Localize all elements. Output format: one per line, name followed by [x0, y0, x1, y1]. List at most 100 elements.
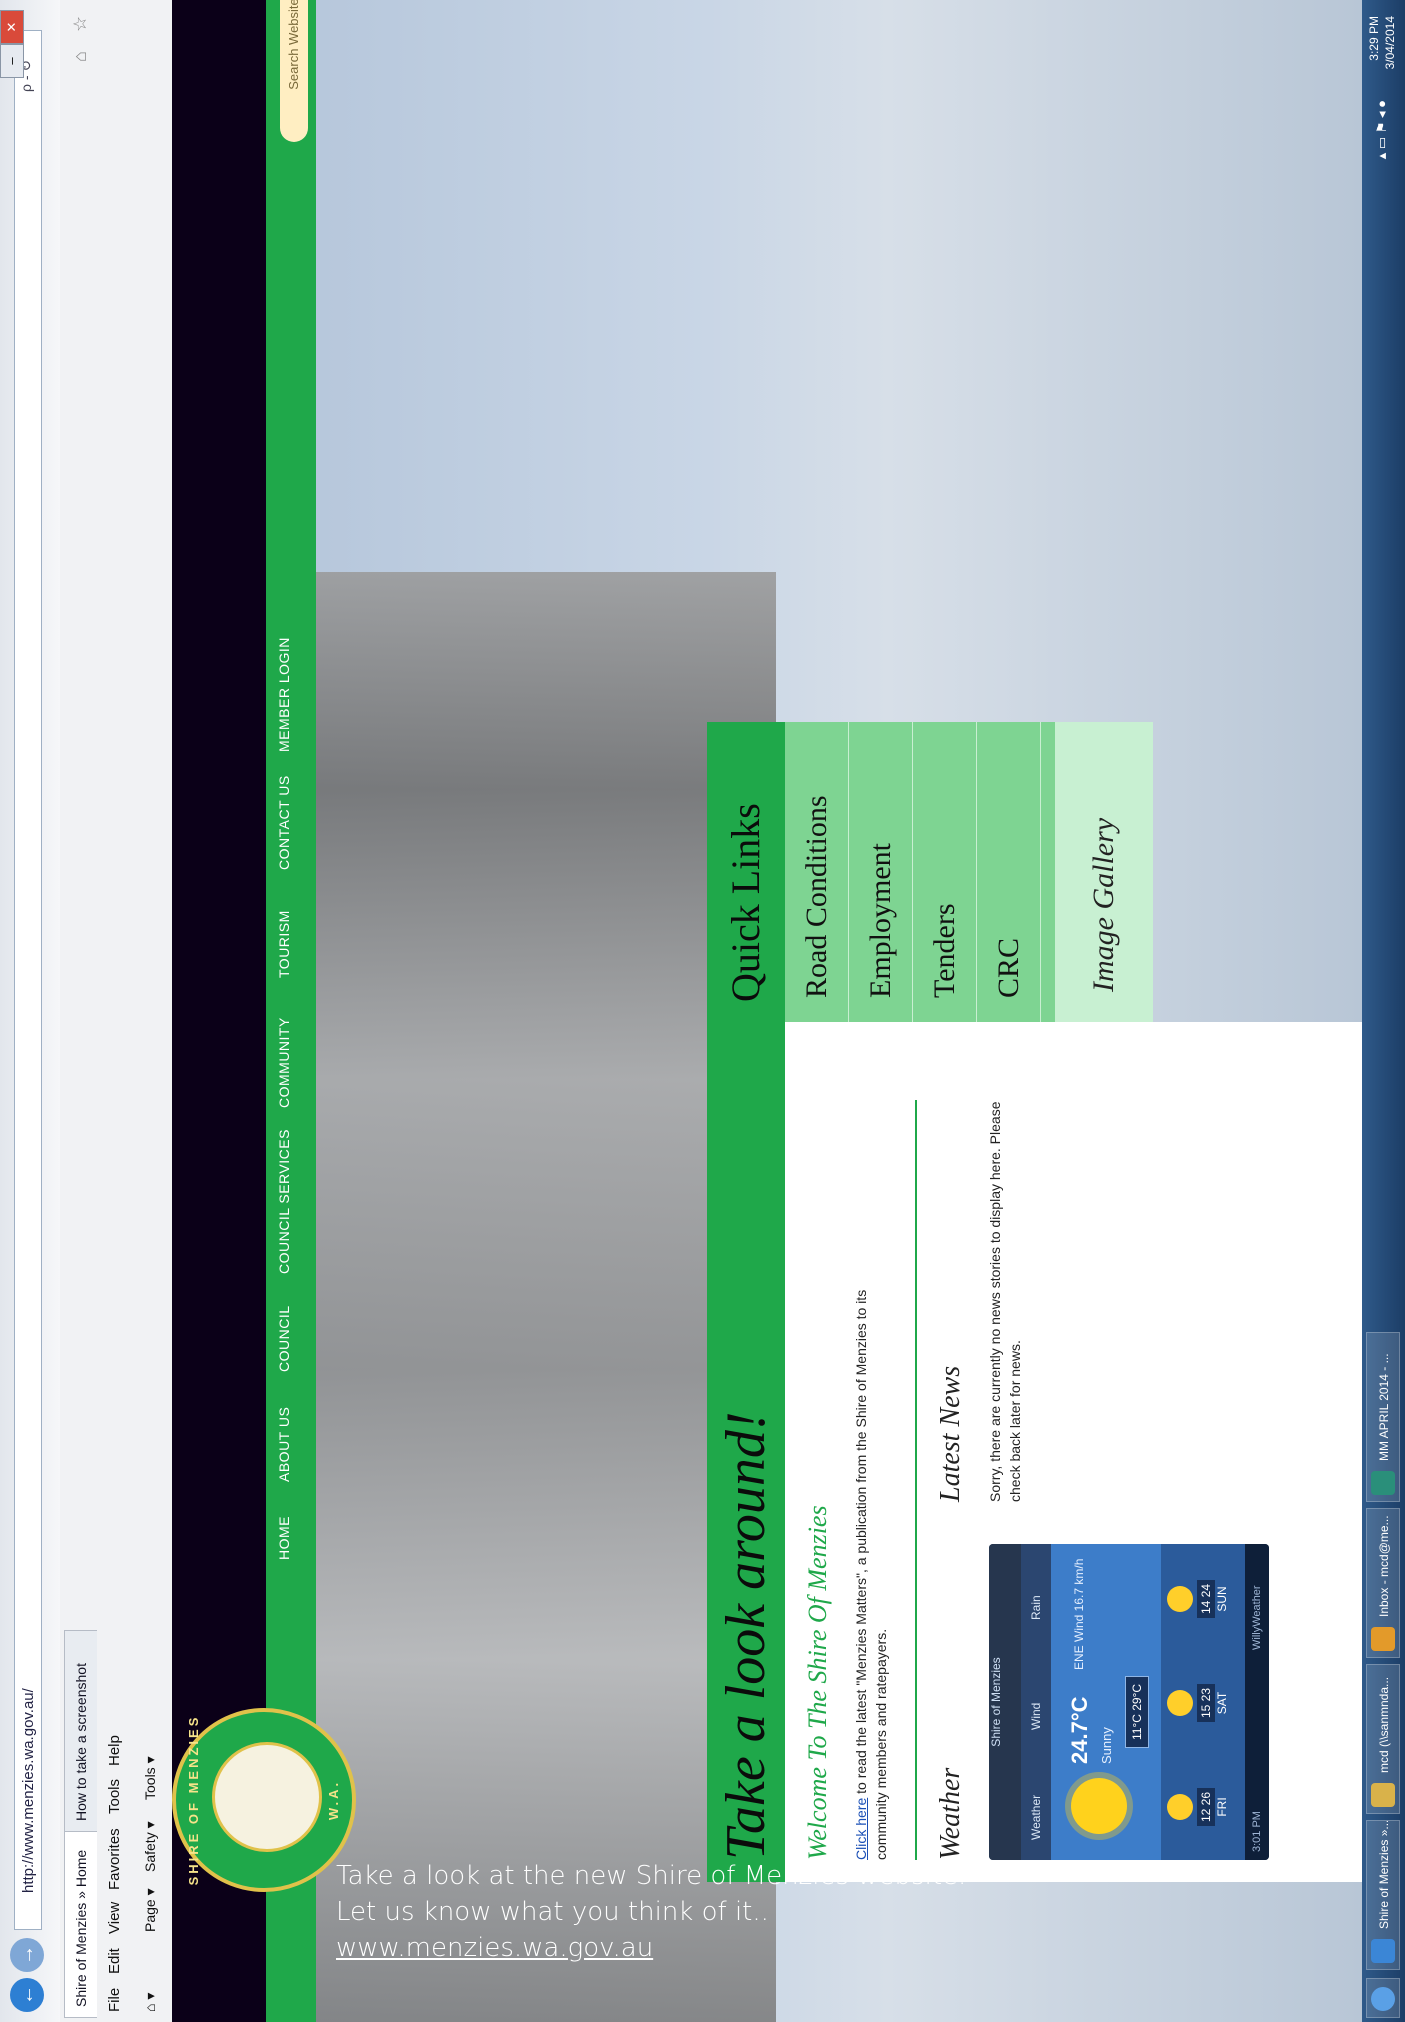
- welcome-text: Click here to read the latest "Menzies M…: [851, 1240, 891, 1860]
- search-input[interactable]: Search Website: [280, 0, 308, 142]
- favorites-star-icon[interactable]: ☆: [70, 16, 91, 32]
- system-tray-icons[interactable]: ▴ ▭ ⚑ ◂ ●: [1374, 100, 1390, 159]
- temperature-range: 11°C 29°C: [1125, 1676, 1149, 1748]
- website: HOME ABOUT US COUNCIL COUNCIL SERVICES C…: [172, 0, 1365, 2022]
- nav-council[interactable]: COUNCIL: [276, 1305, 292, 1372]
- quick-links-heading: Quick Links: [707, 722, 785, 1022]
- tagline-banner: Take a look around!: [707, 1022, 785, 1882]
- menu-edit[interactable]: Edit: [106, 1948, 123, 1974]
- internet-explorer-icon: [1371, 1939, 1395, 1963]
- image-gallery-link[interactable]: Image Gallery: [1055, 722, 1153, 1022]
- nav-member-login[interactable]: MEMBER LOGIN: [276, 637, 292, 752]
- folder-icon: [1371, 1783, 1395, 1807]
- taskbar-item-publisher[interactable]: MM APRIL 2014 - ...: [1366, 1332, 1400, 1502]
- forecast-day: 14 24 SUN: [1165, 1554, 1243, 1644]
- quick-link-tenders[interactable]: Tenders: [913, 722, 977, 1022]
- current-temperature: 24.7°C: [1067, 1696, 1092, 1764]
- weather-current: 24.7°C Sunny ENE Wind 16.7 km/h 11°C 29°…: [1051, 1544, 1161, 1860]
- menu-bar: File Edit View Favorites Tools Help: [100, 0, 132, 2022]
- menu-view[interactable]: View: [106, 1902, 123, 1934]
- weather-location: Shire of Menzies: [989, 1544, 1021, 1860]
- nav-tourism[interactable]: TOURISM: [276, 910, 292, 978]
- main-content: Welcome To The Shire Of Menzies Click he…: [785, 1022, 1365, 1882]
- news-empty-message: Sorry, there are currently no news stori…: [987, 1101, 1023, 1502]
- weather-forecast: 12 26 FRI 15 23 SAT 14 24 SUN: [1161, 1544, 1245, 1860]
- nav-community[interactable]: COMMUNITY: [276, 1017, 292, 1108]
- command-safety[interactable]: Safety ▾: [142, 1821, 159, 1872]
- address-bar[interactable]: http://www.menzies.wa.gov.au/: [14, 30, 42, 1930]
- taskbar-item-outlook[interactable]: Inbox - mcd@me...: [1366, 1508, 1400, 1658]
- forecast-day-label: FRI: [1215, 1797, 1229, 1817]
- taskbar-item-browser[interactable]: Shire of Menzies »...: [1366, 1820, 1400, 1970]
- weather-heading: Weather: [935, 1767, 966, 1860]
- section-divider: [915, 1100, 917, 1860]
- forward-button[interactable]: →: [10, 1938, 44, 1972]
- menu-favorites[interactable]: Favorites: [106, 1828, 123, 1890]
- nav-contact-us[interactable]: CONTACT US: [276, 775, 292, 870]
- forecast-day-label: SUN: [1215, 1586, 1229, 1612]
- title-bar: ← → http://www.menzies.wa.gov.au/ ρ - ↻ …: [0, 0, 60, 2022]
- quick-link-employment[interactable]: Employment: [849, 722, 913, 1022]
- menu-file[interactable]: File: [106, 1988, 123, 2012]
- sun-icon: [1071, 1778, 1127, 1834]
- taskbar-item-label: Inbox - mcd@me...: [1377, 1515, 1391, 1617]
- weather-tabs: Weather Wind Rain: [1021, 1544, 1051, 1860]
- promo-caption: Take a look at the new Shire of Menzies …: [336, 1858, 1056, 1966]
- taskbar-item-label: mcd (\\sanmnda...: [1377, 1676, 1391, 1773]
- tab-shire-of-menzies[interactable]: Shire of Menzies » Home: [64, 1816, 97, 2018]
- caption-line-1: Take a look at the new Shire of Menzies …: [336, 1861, 967, 1891]
- shire-logo[interactable]: SHIRE OF MENZIES W.A.: [172, 1708, 356, 1892]
- close-window-button[interactable]: ✕: [0, 10, 24, 44]
- weather-time: 3:01 PM: [1251, 1811, 1263, 1852]
- weather-tab-weather[interactable]: Weather: [1029, 1795, 1043, 1840]
- newsletter-link[interactable]: Click here: [853, 1798, 869, 1860]
- menu-help[interactable]: Help: [106, 1735, 123, 1766]
- menu-tools[interactable]: Tools: [106, 1779, 123, 1814]
- forecast-day-label: SAT: [1215, 1691, 1229, 1715]
- back-button[interactable]: ←: [10, 1978, 44, 2012]
- forecast-day: 12 26 FRI: [1165, 1762, 1243, 1852]
- weather-location-label: Shire of Menzies: [989, 1657, 1003, 1747]
- tab-label: Shire of Menzies » Home: [73, 1849, 89, 2007]
- welcome-heading: Welcome To The Shire Of Menzies: [803, 1505, 832, 1860]
- windows-logo-icon: [1371, 1987, 1395, 2011]
- clock[interactable]: 3:29 PM 3/04/2014: [1366, 16, 1398, 69]
- forecast-range: 15 23: [1197, 1683, 1215, 1723]
- quick-link-road-conditions[interactable]: Road Conditions: [785, 722, 849, 1022]
- partly-cloudy-icon: [1167, 1794, 1193, 1820]
- weather-widget[interactable]: Shire of Menzies Weather Wind Rain 24.7°…: [989, 1544, 1269, 1860]
- clock-date: 3/04/2014: [1383, 16, 1397, 70]
- weather-tab-wind[interactable]: Wind: [1029, 1703, 1043, 1730]
- taskbar-item-explorer[interactable]: mcd (\\sanmnda...: [1366, 1664, 1400, 1814]
- home-icon[interactable]: ⌂: [70, 51, 91, 62]
- taskbar-item-label: MM APRIL 2014 - ...: [1377, 1353, 1391, 1461]
- weather-tab-rain[interactable]: Rain: [1029, 1595, 1043, 1620]
- weather-brand[interactable]: WillyWeather: [1251, 1585, 1263, 1650]
- forecast-day: 15 23 SAT: [1165, 1658, 1243, 1748]
- nav-council-services[interactable]: COUNCIL SERVICES: [276, 1129, 292, 1274]
- latest-news-heading: Latest News: [935, 1365, 966, 1502]
- taskbar-item-label: Shire of Menzies »...: [1377, 1820, 1391, 1929]
- tab-strip: Shire of Menzies » Home How to take a sc…: [64, 0, 98, 2022]
- command-bar: ⌂ ▾ Page ▾ Safety ▾ Tools ▾: [134, 0, 168, 2022]
- nav-home[interactable]: HOME: [276, 1516, 292, 1560]
- caption-url-link[interactable]: www.menzies.wa.gov.au: [336, 1930, 1056, 1966]
- home-command-icon[interactable]: ⌂ ▾: [142, 1993, 159, 2012]
- tab-label: How to take a screenshot: [73, 1663, 89, 1821]
- current-wind: ENE Wind 16.7 km/h: [1072, 1558, 1086, 1670]
- current-condition: Sunny: [1099, 1727, 1114, 1764]
- forecast-range: 12 26: [1197, 1787, 1215, 1827]
- quick-links-list: Road Conditions Employment Tenders CRC: [785, 722, 1055, 1022]
- start-button[interactable]: [1366, 1978, 1400, 2018]
- nav-about-us[interactable]: ABOUT US: [276, 1407, 292, 1482]
- outlook-icon: [1371, 1627, 1395, 1651]
- tab-how-to-screenshot[interactable]: How to take a screenshot: [64, 1630, 97, 1832]
- clock-time: 3:29 PM: [1367, 16, 1381, 61]
- quick-link-crc[interactable]: CRC: [977, 722, 1041, 1022]
- welcome-body: to read the latest "Menzies Matters", a …: [853, 1289, 889, 1860]
- taskbar: Shire of Menzies »... mcd (\\sanmnda... …: [1362, 0, 1405, 2022]
- command-page[interactable]: Page ▾: [142, 1888, 159, 1932]
- logo-text: SHIRE OF MENZIES: [186, 1714, 201, 1886]
- minimize-button[interactable]: –: [0, 44, 24, 78]
- command-tools[interactable]: Tools ▾: [142, 1756, 159, 1800]
